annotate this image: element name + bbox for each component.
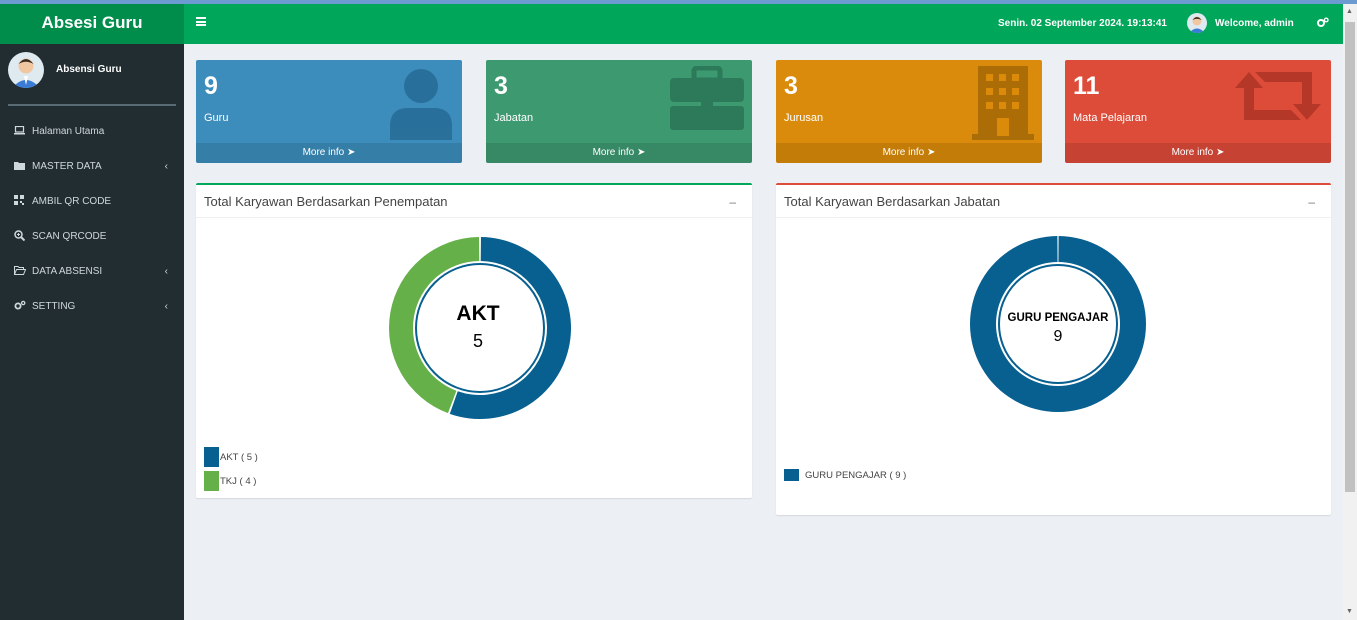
chevron-left-icon: ‹ xyxy=(164,301,168,312)
panel-title: Total Karyawan Berdasarkan Jabatan xyxy=(776,185,1331,218)
scroll-down-icon[interactable]: ▼ xyxy=(1346,608,1353,615)
scroll-up-icon[interactable]: ▲ xyxy=(1346,8,1353,15)
datetime-display: Senin. 02 September 2024. 19:13:41 xyxy=(998,18,1167,29)
more-info-link[interactable]: More info ➤ xyxy=(196,143,462,163)
legend-item: GURU PENGAJAR ( 9 ) xyxy=(784,469,906,481)
folder-icon xyxy=(14,161,28,173)
sidebar-item-label: MASTER DATA xyxy=(32,161,102,172)
donut-center-label: GURU PENGAJAR xyxy=(1008,312,1110,324)
more-info-label: More info xyxy=(1171,147,1214,158)
search-plus-icon xyxy=(14,229,28,244)
arrow-circle-right-icon: ➤ xyxy=(1216,147,1225,158)
stat-value: 3 xyxy=(784,72,798,100)
more-info-link[interactable]: More info ➤ xyxy=(486,143,752,163)
stat-box-mata-pelajaran: 11 Mata Pelajaran More info ➤ xyxy=(1065,60,1331,163)
sidebar-item-label: Halaman Utama xyxy=(32,126,105,137)
legend-swatch xyxy=(784,469,799,481)
briefcase-icon xyxy=(670,65,744,133)
chevron-left-icon: ‹ xyxy=(164,266,168,277)
sidebar-item-setting[interactable]: SETTING ‹ xyxy=(0,289,184,324)
sidebar-item-label: SETTING xyxy=(32,301,76,312)
donut-chart-penempatan: AKT 5 xyxy=(389,237,571,420)
donut-center-value: 9 xyxy=(1054,328,1063,345)
avatar xyxy=(1187,13,1207,33)
avatar xyxy=(8,52,44,88)
donut-center-value: 5 xyxy=(473,331,483,351)
stat-label: Jabatan xyxy=(494,112,534,124)
legend-label: AKT ( 5 ) xyxy=(220,451,258,463)
page-scrollbar[interactable]: ▲ ▼ xyxy=(1343,4,1357,620)
stat-label: Jurusan xyxy=(784,112,824,124)
more-info-label: More info xyxy=(592,147,635,158)
sidebar-item-label: SCAN QRCODE xyxy=(32,231,107,242)
sidebar-user-name: Absensi Guru xyxy=(56,64,122,75)
top-navbar: Senin. 02 September 2024. 19:13:41 Welco… xyxy=(184,4,1343,44)
stat-value: 11 xyxy=(1073,72,1100,100)
building-icon xyxy=(972,66,1034,143)
more-info-label: More info xyxy=(882,147,925,158)
sidebar-divider xyxy=(8,104,176,106)
legend-swatch xyxy=(204,471,219,491)
donut-inner-ring xyxy=(415,263,545,393)
legend-label: TKJ ( 4 ) xyxy=(220,475,257,487)
minimize-icon[interactable]: – xyxy=(729,195,736,209)
arrow-circle-right-icon: ➤ xyxy=(637,147,646,158)
more-info-label: More info xyxy=(302,147,345,158)
sidebar-item-data-absensi[interactable]: DATA ABSENSI ‹ xyxy=(0,254,184,289)
legend-swatch xyxy=(204,447,219,467)
user-menu[interactable]: Welcome, admin xyxy=(1187,13,1294,33)
chart-panel-penempatan: Total Karyawan Berdasarkan Penempatan – … xyxy=(196,183,752,498)
retweet-icon xyxy=(1233,66,1323,129)
user-panel: Absensi Guru xyxy=(8,52,178,102)
app-logo[interactable]: Absesi Guru xyxy=(0,4,184,44)
chevron-left-icon: ‹ xyxy=(164,161,168,172)
stat-box-guru: 9 Guru More info ➤ xyxy=(196,60,462,163)
stat-value: 9 xyxy=(204,72,218,100)
user-icon xyxy=(388,66,454,143)
sidebar-item-scan-qrcode[interactable]: SCAN QRCODE xyxy=(0,219,184,254)
settings-gears-icon[interactable] xyxy=(1317,17,1329,31)
sidebar-item-ambil-qr-code[interactable]: AMBIL QR CODE xyxy=(0,184,184,219)
stat-value: 3 xyxy=(494,72,508,100)
welcome-text: Welcome, admin xyxy=(1215,17,1294,29)
more-info-link[interactable]: More info ➤ xyxy=(1065,143,1331,163)
panel-title: Total Karyawan Berdasarkan Penempatan xyxy=(196,185,752,218)
donut-chart-jabatan: GURU PENGAJAR 9 xyxy=(970,236,1146,412)
main-content: 9 Guru More info ➤ 3 Jabatan More info ➤… xyxy=(184,44,1343,620)
legend-item: AKT ( 5 ) xyxy=(204,447,258,467)
folder-open-icon xyxy=(13,265,28,278)
stat-box-jurusan: 3 Jurusan More info ➤ xyxy=(776,60,1042,163)
legend-item: TKJ ( 4 ) xyxy=(204,471,256,491)
sidebar-item-label: DATA ABSENSI xyxy=(32,266,103,277)
sidebar-item-halaman-utama[interactable]: Halaman Utama xyxy=(0,114,184,149)
laptop-icon xyxy=(14,125,28,138)
stat-label: Guru xyxy=(204,112,229,124)
sidebar-item-master-data[interactable]: MASTER DATA ‹ xyxy=(0,149,184,184)
stat-box-jabatan: 3 Jabatan More info ➤ xyxy=(486,60,752,163)
arrow-circle-right-icon: ➤ xyxy=(927,147,936,158)
sidebar-menu: Halaman Utama MASTER DATA ‹ AMBIL QR COD… xyxy=(0,114,184,324)
sidebar-toggle-icon[interactable] xyxy=(196,17,206,26)
donut-center-label: AKT xyxy=(456,302,499,325)
more-info-link[interactable]: More info ➤ xyxy=(776,143,1042,163)
arrow-circle-right-icon: ➤ xyxy=(347,147,356,158)
minimize-icon[interactable]: – xyxy=(1308,195,1315,209)
stat-label: Mata Pelajaran xyxy=(1073,112,1147,124)
qrcode-icon xyxy=(14,195,28,208)
cogs-icon xyxy=(14,300,28,313)
sidebar-item-label: AMBIL QR CODE xyxy=(32,196,112,207)
legend-label: GURU PENGAJAR ( 9 ) xyxy=(805,469,907,481)
scrollbar-thumb[interactable] xyxy=(1345,22,1355,492)
donut-inner-ring xyxy=(998,264,1118,384)
chart-panel-jabatan: Total Karyawan Berdasarkan Jabatan – GUR… xyxy=(776,183,1331,515)
sidebar: Absensi Guru Halaman Utama MASTER DATA ‹… xyxy=(0,44,184,620)
